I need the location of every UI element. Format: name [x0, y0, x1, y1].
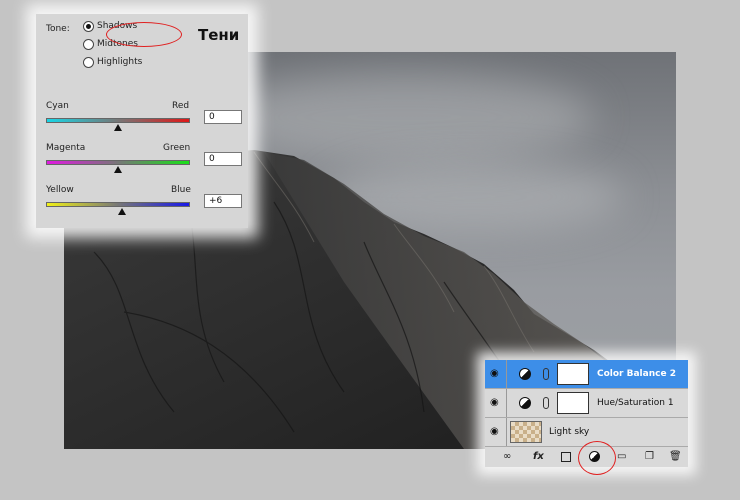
magenta-green-slider-thumb[interactable] — [114, 166, 122, 173]
adjustment-icon-highlight-oval — [578, 441, 616, 475]
layer-name: Hue/Saturation 1 — [597, 398, 674, 408]
row-divider — [506, 418, 507, 446]
layer-name: Light sky — [549, 427, 590, 437]
trash-icon[interactable]: 🗑 — [669, 451, 682, 463]
layer-mask-thumbnail[interactable] — [557, 363, 589, 385]
link-layers-icon[interactable]: ∞ — [503, 451, 511, 463]
eye-icon[interactable]: ◉ — [490, 427, 501, 437]
yellow-blue-slider-thumb[interactable] — [118, 208, 127, 215]
layer-thumbnail — [510, 421, 542, 443]
tone-label: Tone: — [46, 24, 70, 34]
magenta-green-value-input[interactable]: 0 — [204, 152, 242, 166]
cyan-red-slider-track[interactable] — [46, 118, 190, 123]
shadows-annotation: Тени — [198, 26, 240, 44]
layer-row-color-balance[interactable]: ◉ Color Balance 2 — [485, 360, 688, 389]
yellow-blue-slider-track[interactable] — [46, 202, 190, 207]
color-balance-panel: Tone: Shadows Midtones Highlights Тени C… — [36, 14, 248, 228]
eye-icon[interactable]: ◉ — [490, 369, 501, 379]
row-divider — [506, 389, 507, 417]
adjustment-icon — [519, 397, 531, 409]
adjustment-icon — [519, 368, 531, 380]
yellow-label: Yellow — [46, 185, 74, 195]
cyan-red-value-input[interactable]: 0 — [204, 110, 242, 124]
yellow-blue-value-input[interactable]: +6 — [204, 194, 242, 208]
highlights-label: Highlights — [97, 57, 143, 67]
link-icon[interactable] — [543, 397, 549, 409]
layer-mask-thumbnail[interactable] — [557, 392, 589, 414]
magenta-green-slider-track[interactable] — [46, 160, 190, 165]
blue-label: Blue — [171, 185, 191, 195]
magenta-label: Magenta — [46, 143, 86, 153]
new-layer-icon[interactable]: ❐ — [645, 451, 654, 463]
layer-name: Color Balance 2 — [597, 369, 676, 379]
add-mask-icon[interactable] — [561, 452, 571, 462]
shadows-radio[interactable] — [83, 21, 94, 32]
fx-button[interactable]: fx — [533, 451, 544, 463]
cyan-label: Cyan — [46, 101, 69, 111]
green-label: Green — [163, 143, 191, 153]
link-icon[interactable] — [543, 368, 549, 380]
folder-icon[interactable]: ▭ — [617, 451, 626, 463]
cyan-red-slider-thumb[interactable] — [114, 124, 122, 131]
row-divider — [506, 360, 507, 388]
eye-icon[interactable]: ◉ — [490, 398, 501, 408]
highlights-radio[interactable] — [83, 57, 94, 68]
layer-row-hue-saturation[interactable]: ◉ Hue/Saturation 1 — [485, 389, 688, 418]
shadows-highlight-oval — [106, 22, 182, 47]
red-label: Red — [172, 101, 190, 111]
midtones-radio[interactable] — [83, 39, 94, 50]
